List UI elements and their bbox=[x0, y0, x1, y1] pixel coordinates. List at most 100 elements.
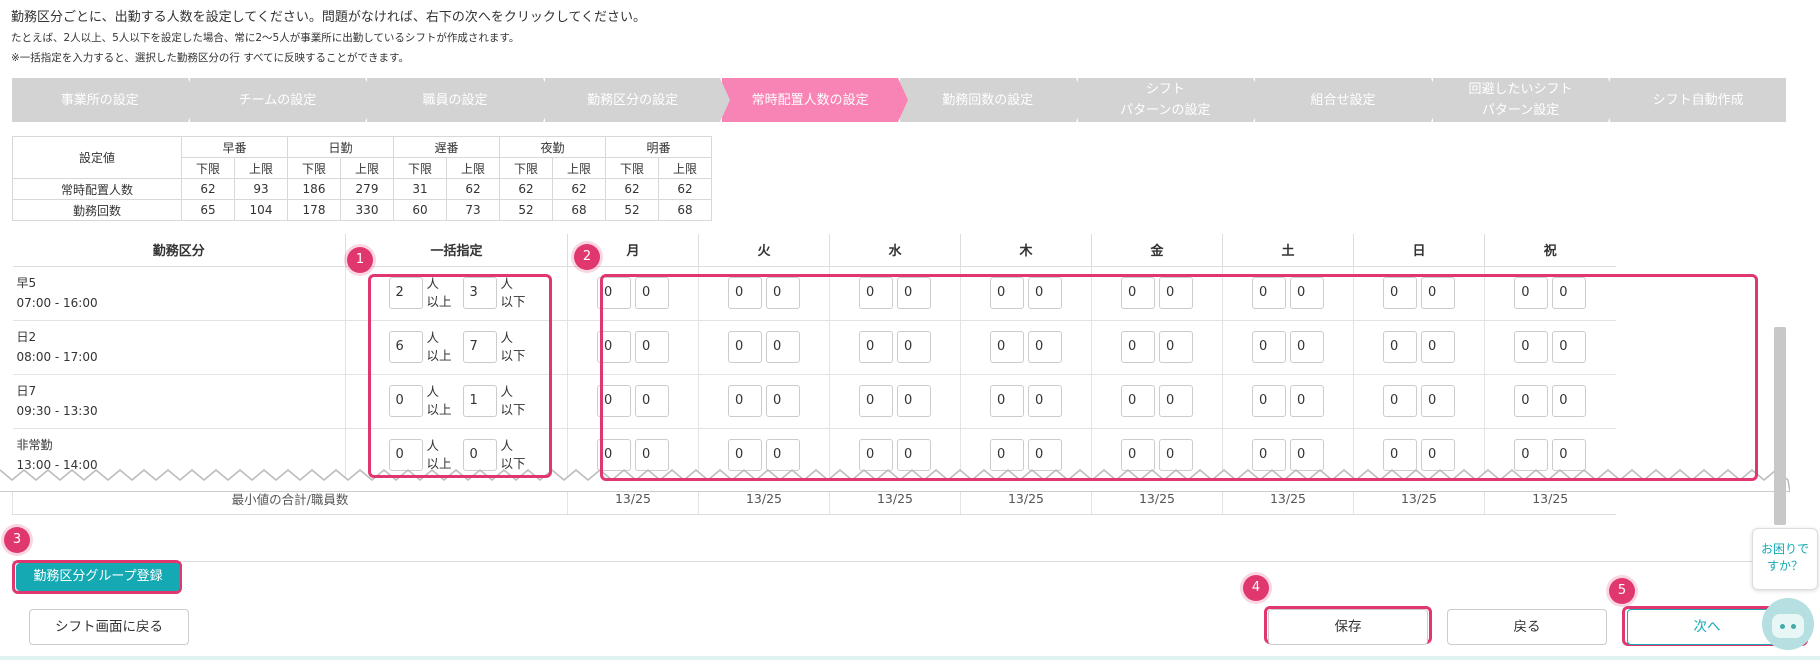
wizard-step-label: シフト パターンの設定 bbox=[1120, 82, 1211, 118]
day-max-input[interactable]: 0 bbox=[897, 385, 931, 417]
summary-shift-header: 遅番 bbox=[393, 136, 500, 158]
bulk-min-input[interactable]: 2 bbox=[388, 277, 423, 309]
day-min-input[interactable]: 0 bbox=[859, 385, 893, 417]
bulk-max-input[interactable]: 3 bbox=[462, 277, 497, 309]
day-cell: 00 bbox=[567, 320, 699, 375]
summary-row: 勤務回数 65 104 178 330 60 73 52 68 52 68 bbox=[12, 199, 712, 221]
day-cell: 00 bbox=[1484, 266, 1616, 321]
step-badge-5: 5 bbox=[1609, 578, 1635, 604]
bulk-max-input[interactable]: 1 bbox=[462, 385, 497, 417]
day-min-input[interactable]: 0 bbox=[597, 277, 631, 309]
day-min-input[interactable]: 0 bbox=[1514, 385, 1549, 417]
summary-value: 62 bbox=[181, 178, 235, 200]
day-max-input[interactable]: 0 bbox=[1552, 331, 1587, 363]
day-max-input[interactable]: 0 bbox=[897, 331, 931, 363]
help-bubble[interactable]: お困りで すか？ bbox=[1752, 528, 1818, 590]
summary-lower-header: 下限 bbox=[605, 157, 659, 179]
day-min-input[interactable]: 0 bbox=[1514, 277, 1549, 309]
day-min-input[interactable]: 0 bbox=[1383, 277, 1417, 309]
wizard-step-10[interactable]: シフト自動作成 bbox=[1610, 78, 1786, 122]
day-min-input[interactable]: 0 bbox=[1514, 331, 1549, 363]
day-max-input[interactable]: 0 bbox=[766, 277, 800, 309]
col-day-header: 火 bbox=[698, 234, 830, 267]
day-min-input[interactable]: 0 bbox=[990, 331, 1024, 363]
day-min-input[interactable]: 0 bbox=[1121, 385, 1155, 417]
wizard-step-6[interactable]: 勤務回数の設定 bbox=[899, 78, 1086, 122]
day-min-input[interactable]: 0 bbox=[1383, 331, 1417, 363]
wizard-step-9[interactable]: 回避したいシフト パターン設定 bbox=[1432, 78, 1618, 122]
wizard-step-2[interactable]: チームの設定 bbox=[189, 78, 375, 122]
day-max-input[interactable]: 0 bbox=[1552, 277, 1587, 309]
shift-name: 日7 bbox=[16, 384, 37, 398]
day-max-input[interactable]: 0 bbox=[1552, 385, 1587, 417]
save-button[interactable]: 保存 bbox=[1268, 609, 1428, 645]
table-row: 早5 07:00 - 16:00 2 人以上 3 人以下 0 0 0 0 0 0 0 0 0 0 0 0 0 0 0 0 bbox=[12, 266, 1616, 321]
wizard-step-4[interactable]: 勤務区分の設定 bbox=[544, 78, 730, 122]
shift-cell: 日2 08:00 - 17:00 bbox=[12, 320, 346, 375]
day-min-input[interactable]: 0 bbox=[990, 385, 1024, 417]
day-max-input[interactable]: 0 bbox=[1028, 277, 1062, 309]
day-min-input[interactable]: 0 bbox=[597, 385, 631, 417]
day-max-input[interactable]: 0 bbox=[897, 277, 931, 309]
shift-cell: 日7 09:30 - 13:30 bbox=[12, 374, 346, 429]
day-min-input[interactable]: 0 bbox=[728, 331, 762, 363]
day-min-input[interactable]: 0 bbox=[1252, 331, 1286, 363]
day-min-input[interactable]: 0 bbox=[1252, 277, 1286, 309]
step-badge-3: 3 bbox=[4, 527, 30, 553]
day-max-input[interactable]: 0 bbox=[1290, 331, 1324, 363]
wizard-step-3[interactable]: 職員の設定 bbox=[367, 78, 553, 122]
day-min-input[interactable]: 0 bbox=[1383, 385, 1417, 417]
bulk-min-input[interactable]: 6 bbox=[388, 331, 423, 363]
day-max-input[interactable]: 0 bbox=[1159, 331, 1193, 363]
wizard-step-5[interactable]: 常時配置人数の設定 bbox=[722, 78, 908, 122]
unit-min-label: 人以上 bbox=[426, 330, 452, 363]
shift-name: 日2 bbox=[16, 330, 37, 344]
day-min-input[interactable]: 0 bbox=[728, 277, 762, 309]
day-max-input[interactable]: 0 bbox=[1290, 385, 1324, 417]
intro-text: 勤務区分ごとに、出勤する人数を設定してください。問題がなければ、右下の次へをクリ… bbox=[11, 8, 646, 68]
day-min-input[interactable]: 0 bbox=[728, 385, 762, 417]
summary-value: 62 bbox=[605, 178, 659, 200]
day-min-input[interactable]: 0 bbox=[1121, 277, 1155, 309]
wizard-step-1[interactable]: 事業所の設定 bbox=[12, 78, 198, 122]
day-max-input[interactable]: 0 bbox=[635, 331, 669, 363]
day-max-input[interactable]: 0 bbox=[1421, 277, 1455, 309]
unit-max-label: 人以下 bbox=[500, 384, 526, 417]
group-register-button[interactable]: 勤務区分グループ登録 bbox=[16, 563, 180, 591]
day-max-input[interactable]: 0 bbox=[1421, 385, 1455, 417]
day-max-input[interactable]: 0 bbox=[1159, 385, 1193, 417]
day-max-input[interactable]: 0 bbox=[1028, 385, 1062, 417]
shift-cell: 早5 07:00 - 16:00 bbox=[12, 266, 346, 321]
day-max-input[interactable]: 0 bbox=[1290, 277, 1324, 309]
summary-shift-header: 明番 bbox=[605, 136, 712, 158]
summary-value: 65 bbox=[181, 199, 235, 221]
summary-upper-header: 上限 bbox=[234, 157, 288, 179]
day-max-input[interactable]: 0 bbox=[635, 277, 669, 309]
summary-value: 93 bbox=[234, 178, 288, 200]
wizard-step-8[interactable]: 組合せ設定 bbox=[1255, 78, 1441, 122]
day-min-input[interactable]: 0 bbox=[597, 331, 631, 363]
day-max-input[interactable]: 0 bbox=[766, 331, 800, 363]
wizard-step-7[interactable]: シフト パターンの設定 bbox=[1077, 78, 1263, 122]
day-cell: 00 bbox=[1484, 320, 1616, 375]
summary-upper-header: 上限 bbox=[446, 157, 500, 179]
bulk-min-input[interactable]: 0 bbox=[388, 385, 423, 417]
day-max-input[interactable]: 0 bbox=[1028, 331, 1062, 363]
bulk-max-input[interactable]: 7 bbox=[462, 331, 497, 363]
day-min-input[interactable]: 0 bbox=[859, 277, 893, 309]
day-max-input[interactable]: 0 bbox=[766, 385, 800, 417]
shift-time: 08:00 - 17:00 bbox=[16, 350, 98, 364]
day-max-input[interactable]: 0 bbox=[1421, 331, 1455, 363]
day-max-input[interactable]: 0 bbox=[1159, 277, 1193, 309]
col-day-header: 土 bbox=[1222, 234, 1354, 267]
day-min-input[interactable]: 0 bbox=[859, 331, 893, 363]
summary-value: 73 bbox=[446, 199, 500, 221]
day-min-input[interactable]: 0 bbox=[1252, 385, 1286, 417]
help-robot-icon[interactable] bbox=[1762, 598, 1814, 650]
day-max-input[interactable]: 0 bbox=[635, 385, 669, 417]
day-min-input[interactable]: 0 bbox=[990, 277, 1024, 309]
day-min-input[interactable]: 0 bbox=[1121, 331, 1155, 363]
back-to-shift-button[interactable]: シフト画面に戻る bbox=[29, 609, 189, 645]
back-button[interactable]: 戻る bbox=[1447, 609, 1607, 645]
vertical-scrollbar[interactable] bbox=[1774, 327, 1786, 525]
